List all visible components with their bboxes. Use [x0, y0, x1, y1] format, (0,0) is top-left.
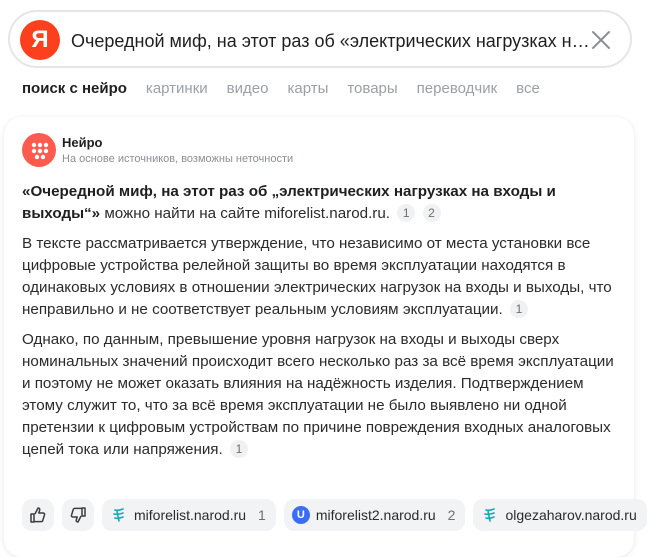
source-ref[interactable]: 1: [230, 440, 248, 458]
answer-paragraph-text: Однако, по данным, превышение уровня наг…: [22, 331, 614, 458]
source-ref[interactable]: 1: [397, 204, 416, 222]
source-chip[interactable]: miforelist.narod.ru 1: [102, 499, 276, 531]
tab-neiro-search[interactable]: поиск с нейро: [22, 80, 127, 100]
answer-footer: miforelist.narod.ru 1 U miforelist2.naro…: [22, 497, 647, 533]
close-icon: [592, 31, 610, 49]
tab-video[interactable]: видео: [227, 80, 269, 100]
source-number: 1: [258, 507, 266, 523]
search-bar[interactable]: Я Очередной миф, на этот раз об «электри…: [8, 10, 632, 68]
neiro-answer-card: Нейро На основе источников, возможны нет…: [4, 117, 647, 557]
like-button[interactable]: [22, 499, 54, 531]
yandex-logo-letter: Я: [31, 26, 49, 53]
neiro-logo-icon: [22, 133, 56, 167]
tab-goods[interactable]: товары: [347, 80, 397, 100]
neiro-name: Нейро: [62, 135, 103, 150]
source-number: 2: [447, 507, 456, 523]
source-ref[interactable]: 1: [509, 300, 528, 318]
source-chip[interactable]: U miforelist2.narod.ru 2: [283, 499, 466, 531]
thumbs-down-icon: [70, 507, 86, 523]
narod-icon: [481, 506, 499, 524]
source-domain: miforelist.narod.ru: [134, 507, 247, 523]
dislike-button[interactable]: [62, 499, 94, 531]
tab-maps[interactable]: карты: [287, 80, 328, 100]
source-domain: olgezaharov.narod.ru: [505, 507, 637, 523]
tab-translator[interactable]: переводчик: [417, 80, 497, 100]
neiro-disclaimer: На основе источников, возможны неточност…: [62, 153, 294, 165]
answer-text: «Очередной миф, на этот раз об „электрич…: [22, 181, 622, 469]
source-ref[interactable]: 2: [422, 204, 441, 222]
yandex-logo[interactable]: Я: [20, 20, 60, 60]
tab-images[interactable]: картинки: [146, 80, 208, 100]
narod-icon: [110, 506, 128, 524]
source-domain: miforelist2.narod.ru: [315, 507, 436, 523]
answer-paragraph: В тексте рассматривается утверждение, чт…: [22, 233, 622, 321]
thumbs-up-icon: [30, 507, 46, 523]
search-tabs: поиск с нейро картинки видео карты товар…: [22, 80, 540, 100]
tab-all[interactable]: все: [516, 80, 540, 100]
answer-title-rest: можно найти на сайте miforelist.narod.ru…: [100, 205, 391, 222]
source-chip[interactable]: olgezaharov.narod.ru: [473, 499, 647, 531]
answer-paragraph: Однако, по данным, превышение уровня наг…: [22, 329, 622, 461]
clear-search-button[interactable]: [587, 26, 615, 54]
u-icon: U: [291, 506, 310, 524]
search-input[interactable]: Очередной миф, на этот раз об «электриче…: [71, 29, 591, 53]
answer-lead: «Очередной миф, на этот раз об „электрич…: [22, 181, 622, 225]
